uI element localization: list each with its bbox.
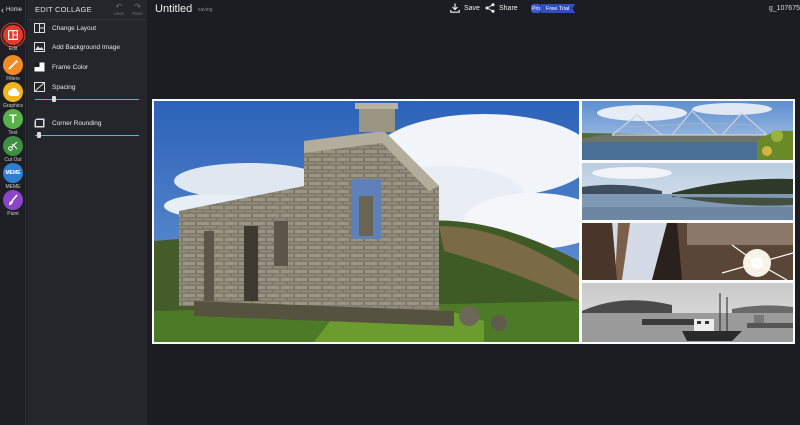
brush-icon bbox=[3, 190, 23, 210]
cloud-icon bbox=[3, 82, 23, 102]
pro-badge: Pro bbox=[531, 4, 541, 13]
corner-rounding-slider[interactable] bbox=[35, 132, 139, 138]
collage-photo-harbor[interactable] bbox=[582, 283, 793, 342]
redo-icon: ↷ bbox=[134, 2, 141, 11]
collage-canvas[interactable] bbox=[152, 99, 795, 344]
color-swatch-icon bbox=[33, 62, 45, 72]
corner-rounding-slider-handle[interactable] bbox=[37, 132, 41, 138]
image-icon bbox=[33, 42, 45, 52]
share-label: Share bbox=[499, 4, 518, 12]
change-layout-label: Change Layout bbox=[52, 24, 97, 32]
spacing-label: Spacing bbox=[52, 83, 76, 91]
spacing-slider[interactable] bbox=[35, 96, 139, 102]
chevron-left-icon: ‹ bbox=[1, 4, 4, 15]
download-icon bbox=[450, 3, 460, 13]
redo-label: Redo bbox=[132, 11, 143, 16]
stone-ruin-image bbox=[154, 101, 579, 342]
tool-rail: ‹ Home Edit Filters Graphics T Text Cut … bbox=[0, 0, 26, 425]
add-background-image-option[interactable]: Add Background Image bbox=[33, 42, 120, 52]
corner-rounding-slider-track bbox=[35, 135, 139, 136]
collage-photo-sunburst[interactable] bbox=[582, 223, 793, 280]
tool-graphics[interactable]: Graphics bbox=[2, 82, 24, 109]
user-id[interactable]: g_107675 bbox=[769, 5, 800, 12]
document-title[interactable]: Untitled bbox=[155, 3, 192, 15]
share-icon bbox=[485, 3, 495, 13]
collage-photo-lake[interactable] bbox=[582, 163, 793, 220]
add-background-image-label: Add Background Image bbox=[52, 43, 120, 51]
top-bar: Untitled saving Save Share Pro Free Tria… bbox=[147, 0, 800, 20]
collage-photo-bridge[interactable] bbox=[582, 101, 793, 160]
home-label: Home bbox=[6, 7, 23, 13]
panel-title: EDIT COLLAGE bbox=[35, 5, 92, 14]
meme-icon: MEME bbox=[3, 163, 23, 183]
corner-rounding-option: Corner Rounding bbox=[33, 118, 102, 128]
save-status: saving bbox=[198, 7, 213, 13]
tool-edit-label: Edit bbox=[8, 46, 18, 52]
spacing-slider-track bbox=[35, 99, 139, 100]
tool-cutout[interactable]: Cut Out bbox=[2, 136, 24, 163]
edit-icon bbox=[3, 25, 23, 45]
lake-image bbox=[582, 163, 793, 220]
collage-photo-stone-ruin[interactable] bbox=[154, 101, 579, 342]
bridge-image bbox=[582, 101, 793, 160]
frame-color-label: Frame Color bbox=[52, 63, 89, 71]
free-trial-button[interactable]: Free Trial bbox=[541, 4, 576, 13]
layout-icon bbox=[33, 23, 45, 33]
change-layout-option[interactable]: Change Layout bbox=[33, 23, 96, 33]
undo-label: Undo bbox=[113, 11, 125, 16]
save-label: Save bbox=[464, 4, 480, 12]
sunburst-image bbox=[582, 223, 793, 280]
tool-paint-label: Paint bbox=[7, 211, 19, 217]
home-button[interactable]: ‹ Home bbox=[0, 3, 26, 17]
redo-button[interactable]: ↷ Redo bbox=[132, 2, 143, 17]
text-icon: T bbox=[3, 109, 23, 129]
spacing-option: Spacing bbox=[33, 82, 76, 92]
harbor-image bbox=[582, 283, 793, 342]
share-button[interactable]: Share bbox=[485, 3, 518, 13]
tool-meme[interactable]: MEME MEME bbox=[2, 163, 24, 190]
spacing-icon bbox=[33, 82, 45, 92]
tool-paint[interactable]: Paint bbox=[2, 190, 24, 217]
undo-icon: ↶ bbox=[115, 2, 123, 11]
undo-button[interactable]: ↶ Undo bbox=[113, 2, 125, 17]
corner-rounding-icon bbox=[33, 118, 45, 128]
tool-edit[interactable]: Edit bbox=[2, 25, 24, 52]
magic-wand-icon bbox=[3, 55, 23, 75]
app-window: ‹ Home Edit Filters Graphics T Text Cut … bbox=[0, 0, 800, 425]
edit-collage-panel: EDIT COLLAGE ↶ Undo ↷ Redo Change Layout bbox=[27, 0, 147, 425]
panel-header: EDIT COLLAGE ↶ Undo ↷ Redo bbox=[27, 0, 147, 20]
tool-text[interactable]: T Text bbox=[2, 109, 24, 136]
meme-icon-text: MEME bbox=[5, 170, 21, 176]
scissors-icon bbox=[3, 136, 23, 156]
corner-rounding-label: Corner Rounding bbox=[52, 119, 102, 127]
spacing-slider-handle[interactable] bbox=[52, 96, 56, 102]
save-button[interactable]: Save bbox=[450, 3, 480, 13]
frame-color-option[interactable]: Frame Color bbox=[33, 62, 88, 72]
tool-filters[interactable]: Filters bbox=[2, 55, 24, 82]
